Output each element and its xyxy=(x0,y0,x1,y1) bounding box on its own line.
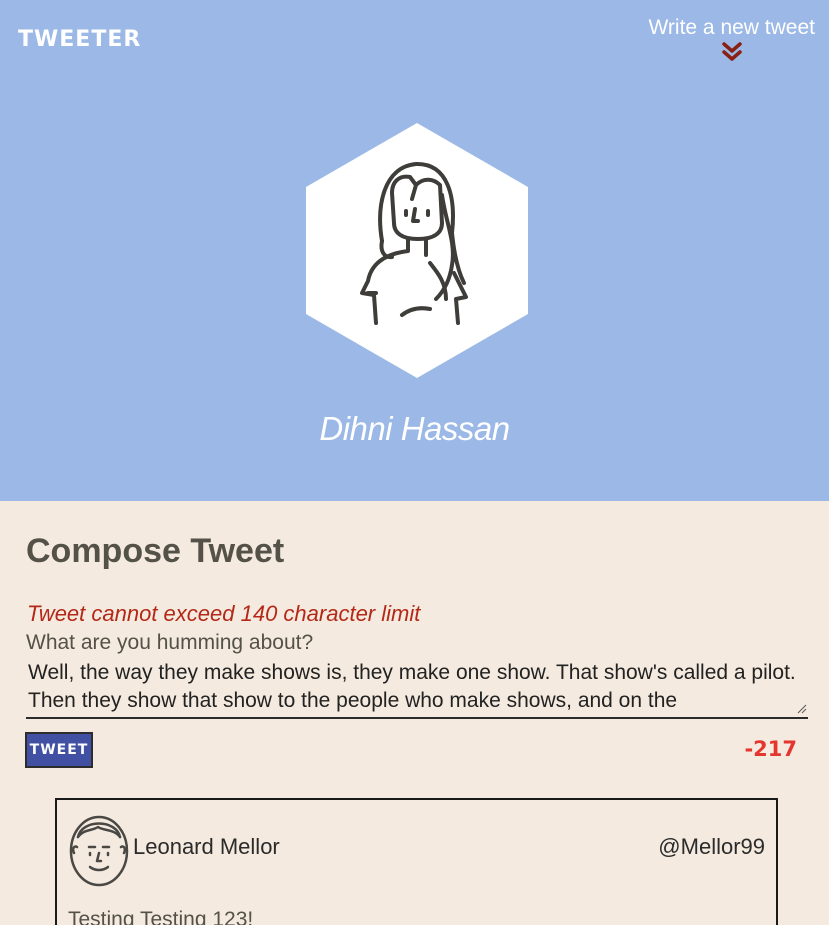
tweet-input-label: What are you humming about? xyxy=(26,631,314,654)
tweet-button[interactable]: TWEET xyxy=(25,732,93,768)
double-chevron-down-icon[interactable] xyxy=(721,41,743,63)
character-counter: -217 xyxy=(744,737,797,761)
profile-avatar xyxy=(306,123,528,378)
write-new-tweet-link[interactable]: Write a new tweet xyxy=(648,16,815,63)
app-logo[interactable]: TWEETER xyxy=(18,27,141,52)
tweet-author-name: Leonard Mellor xyxy=(133,834,280,859)
top-nav: TWEETER Write a new tweet xyxy=(0,0,829,80)
write-new-tweet-label: Write a new tweet xyxy=(648,16,815,39)
resize-handle-icon[interactable] xyxy=(797,704,807,714)
tweet-content: Testing Testing 123! xyxy=(68,908,254,925)
tweet-card: Leonard Mellor @Mellor99 Testing Testing… xyxy=(55,798,778,925)
error-message: Tweet cannot exceed 140 character limit xyxy=(27,601,421,626)
tweet-author-handle: @Mellor99 xyxy=(658,834,765,859)
tweet-textarea[interactable]: Well, the way they make shows is, they m… xyxy=(26,657,808,719)
man-avatar-icon xyxy=(69,815,129,887)
profile-name: Dihni Hassan xyxy=(319,410,510,447)
woman-avatar-icon xyxy=(306,123,528,378)
compose-title: Compose Tweet xyxy=(26,532,285,570)
